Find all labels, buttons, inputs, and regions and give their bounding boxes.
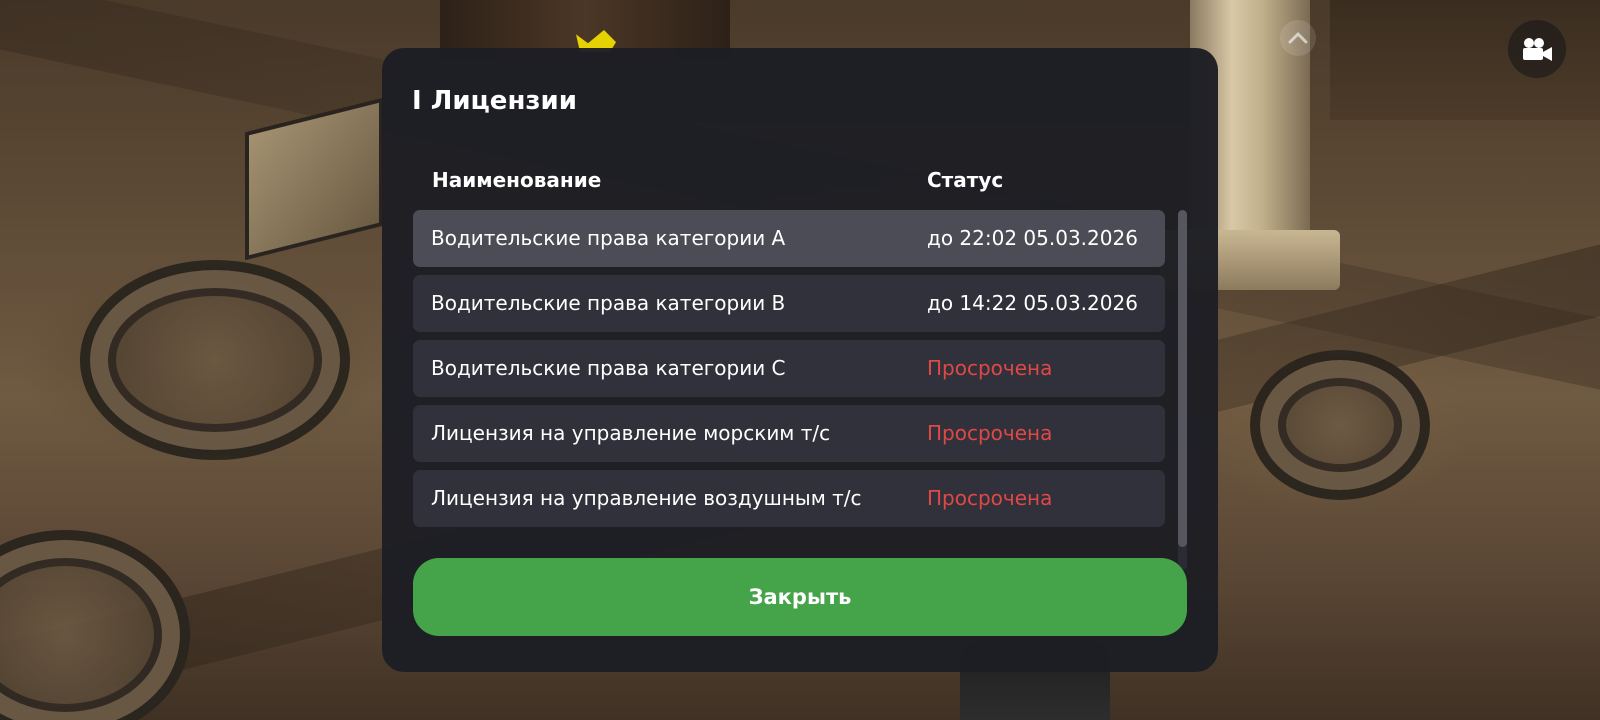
license-row[interactable]: Водительские права категории A до 22:02 0… xyxy=(413,210,1165,267)
column-header-status: Статус xyxy=(927,168,1004,192)
license-status: до 14:22 05.03.2026 xyxy=(927,291,1138,315)
floor-rosette xyxy=(1250,350,1430,500)
license-row[interactable]: Лицензия на управление воздушным т/с Прос… xyxy=(413,470,1165,527)
license-row[interactable]: Лицензия на управление морским т/с Просро… xyxy=(413,405,1165,462)
license-name: Лицензия на управление морским т/с xyxy=(431,421,831,445)
license-status: до 22:02 05.03.2026 xyxy=(927,226,1138,250)
dialog-title: I Лицензии xyxy=(412,86,577,116)
crate xyxy=(245,97,383,261)
license-list[interactable]: Водительские права категории A до 22:02 0… xyxy=(413,210,1169,570)
license-name: Водительские права категории C xyxy=(431,356,786,380)
license-status-expired: Просрочена xyxy=(927,356,1053,380)
scrollbar[interactable] xyxy=(1178,210,1187,570)
video-camera-icon xyxy=(1523,38,1552,61)
license-status-expired: Просрочена xyxy=(927,486,1053,510)
camera-button[interactable] xyxy=(1508,20,1566,78)
column-header-name: Наименование xyxy=(432,168,602,192)
collapse-hud-button[interactable] xyxy=(1280,20,1316,56)
license-name: Лицензия на управление воздушным т/с xyxy=(431,486,862,510)
floor-rosette xyxy=(80,260,350,460)
close-button[interactable]: Закрыть xyxy=(413,558,1187,636)
licenses-dialog: I Лицензии Наименование Статус Водительс… xyxy=(382,48,1218,672)
scrollbar-thumb[interactable] xyxy=(1178,210,1187,547)
floor-rosette xyxy=(0,530,190,720)
license-name: Водительские права категории A xyxy=(431,226,786,250)
license-status-expired: Просрочена xyxy=(927,421,1053,445)
chevron-up-icon xyxy=(1288,32,1308,44)
license-name: Водительские права категории B xyxy=(431,291,786,315)
license-row[interactable]: Водительские права категории C Просрочена xyxy=(413,340,1165,397)
license-row[interactable]: Водительские права категории B до 14:22 0… xyxy=(413,275,1165,332)
